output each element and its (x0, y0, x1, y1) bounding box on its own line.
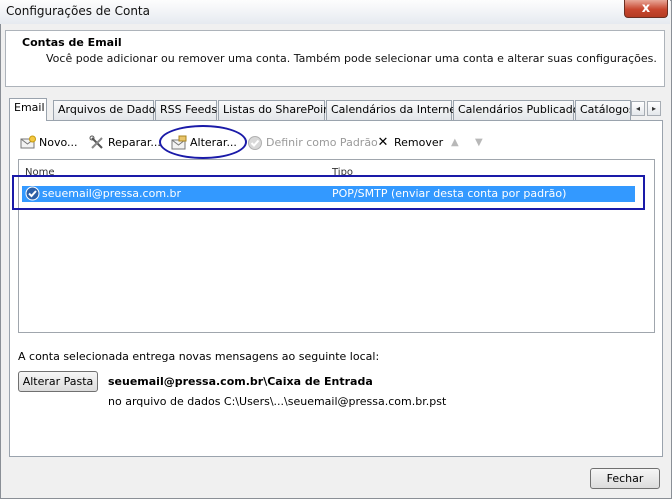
scroll-right-icon: ▸ (651, 104, 656, 113)
window-title: Configurações de Conta (6, 4, 150, 18)
remove-x-icon: ✕ (377, 135, 389, 150)
tab-sharepoint-lists-label: Listas do SharePoint (223, 103, 335, 116)
title-bar: Configurações de Conta x (0, 0, 670, 24)
remove-button[interactable]: ✕ Remover (375, 135, 444, 151)
tab-email[interactable]: Email (9, 98, 47, 121)
close-icon: x (641, 1, 651, 16)
move-down-button[interactable]: ▼ (475, 137, 487, 149)
set-default-button[interactable]: Definir como Padrão (247, 135, 378, 151)
data-file-path: no arquivo de dados C:\Users\...\seuemai… (108, 395, 447, 408)
remove-label: Remover (394, 136, 444, 149)
set-default-label: Definir como Padrão (266, 136, 378, 149)
delivery-location: seuemail@pressa.com.br\Caixa de Entrada (108, 375, 373, 388)
close-button[interactable]: Fechar (590, 468, 660, 489)
tab-data-files-label: Arquivos de Dados (58, 103, 162, 116)
tab-scroll-right-button[interactable]: ▸ (647, 101, 661, 116)
tab-internet-calendars-label: Calendários da Internet (331, 103, 461, 116)
new-mail-icon (20, 135, 36, 149)
tab-published-calendars[interactable]: Calendários Publicados (453, 100, 585, 120)
annotation-oval (159, 125, 247, 159)
new-account-label: Novo... (39, 136, 78, 149)
close-button-label: Fechar (606, 472, 644, 485)
window-close-button[interactable]: x (624, 0, 668, 18)
repair-button[interactable]: Reparar... (89, 135, 161, 151)
new-account-button[interactable]: Novo... (20, 135, 78, 151)
tab-catalogs-label: Catálogos (580, 103, 631, 116)
change-folder-button[interactable]: Alterar Pasta (18, 371, 98, 392)
tab-catalogs[interactable]: Catálogos (575, 100, 631, 120)
tab-scroll-left-button[interactable]: ◂ (631, 101, 645, 116)
arrow-down-icon: ▼ (475, 137, 483, 148)
arrow-up-icon: ▲ (451, 137, 459, 148)
tab-internet-calendars[interactable]: Calendários da Internet (326, 100, 460, 120)
header-title: Contas de Email (22, 36, 122, 49)
move-up-button[interactable]: ▲ (451, 137, 463, 149)
delivery-description: A conta selecionada entrega novas mensag… (18, 350, 380, 363)
header-description: Você pode adicionar ou remover uma conta… (46, 52, 657, 65)
tab-email-label: Email (14, 101, 45, 114)
scroll-left-icon: ◂ (635, 104, 640, 113)
change-folder-label: Alterar Pasta (22, 375, 94, 388)
annotation-rectangle (12, 175, 645, 210)
tab-rss-feeds[interactable]: RSS Feeds (155, 100, 217, 120)
checkmark-circle-icon (248, 136, 262, 150)
repair-label: Reparar... (108, 136, 161, 149)
tab-published-calendars-label: Calendários Publicados (458, 103, 586, 116)
tab-rss-feeds-label: RSS Feeds (160, 103, 218, 116)
tab-sharepoint-lists[interactable]: Listas do SharePoint (218, 100, 334, 120)
tools-icon (89, 135, 103, 149)
tab-data-files[interactable]: Arquivos de Dados (53, 100, 161, 120)
